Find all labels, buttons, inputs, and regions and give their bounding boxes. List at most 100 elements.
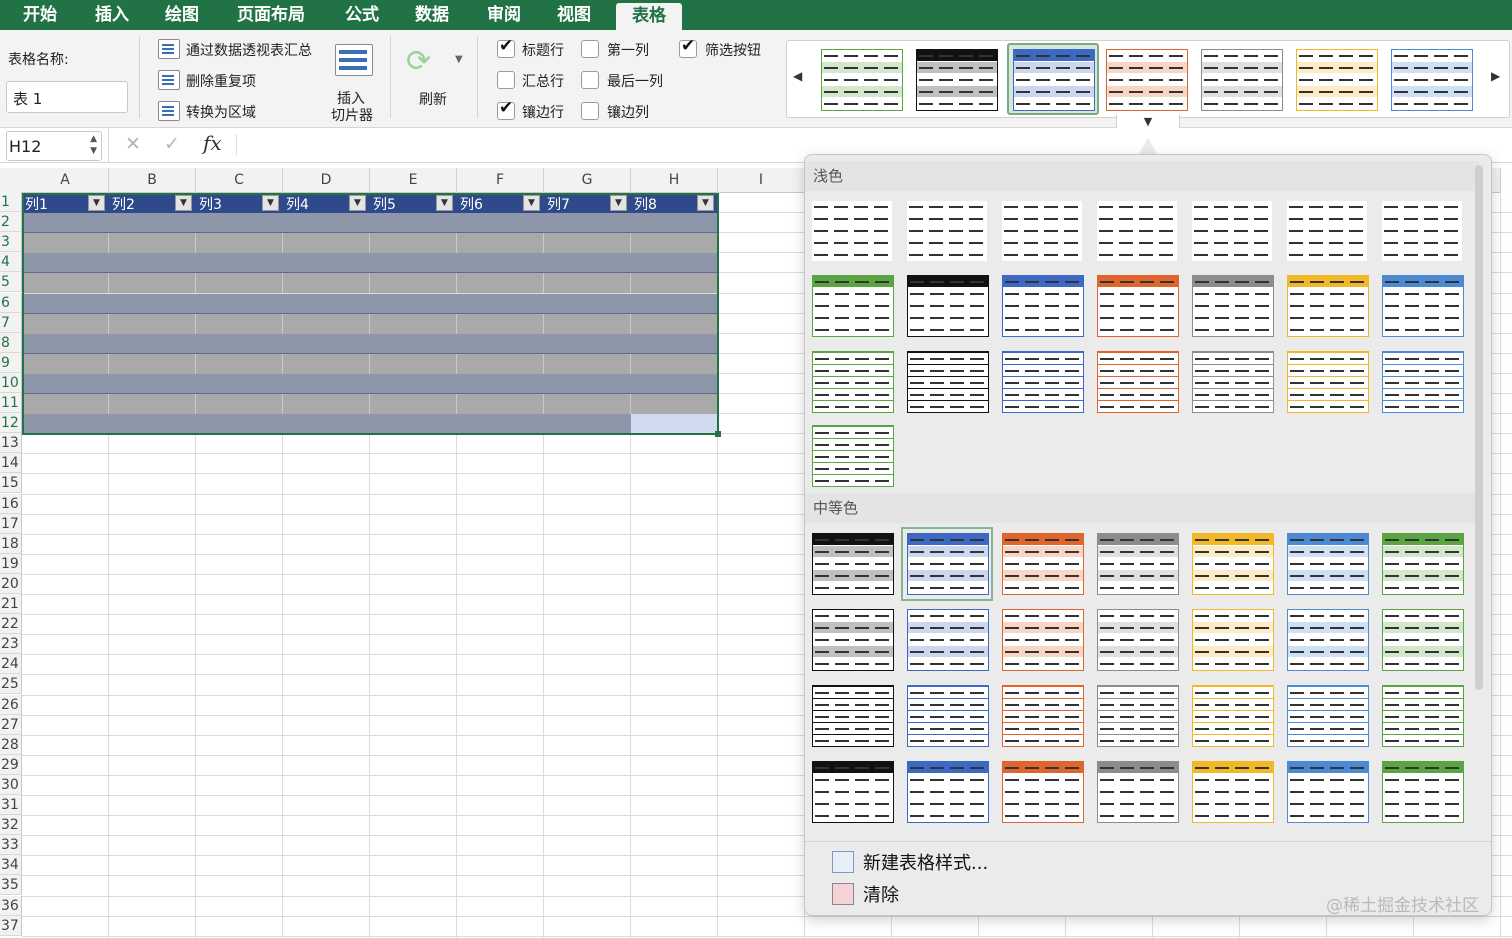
panel-style-option[interactable] [812,761,894,823]
panel-style-option[interactable] [907,685,989,747]
enter-icon[interactable]: ✓ [164,133,180,155]
row-header[interactable]: 27 [0,714,22,735]
row-header[interactable]: 6 [0,292,22,313]
row-header[interactable]: 34 [0,855,22,876]
column-header[interactable]: E [370,168,457,193]
row-header[interactable]: 11 [0,393,22,414]
panel-style-option[interactable] [907,275,989,337]
row-header[interactable]: 25 [0,674,22,695]
panel-style-option[interactable] [1192,609,1274,671]
panel-style-option[interactable] [1002,351,1084,413]
panel-style-option[interactable] [1002,533,1084,595]
row-header[interactable]: 21 [0,594,22,615]
panel-style-option[interactable] [1287,201,1367,263]
new-table-style-button[interactable]: 新建表格样式... [863,849,988,875]
tab-insert[interactable]: 插入 [80,0,144,30]
gallery-style-option[interactable] [1102,45,1190,113]
row-header[interactable]: 8 [0,332,22,353]
panel-style-option[interactable] [1287,761,1369,823]
column-header[interactable]: B [109,168,196,193]
panel-style-option[interactable] [1192,351,1274,413]
total-row-checkbox[interactable] [497,71,515,89]
panel-style-option[interactable] [1382,351,1464,413]
convert-to-range-button[interactable]: 转换为区域 [186,102,256,122]
last-column-checkbox[interactable] [581,71,599,89]
row-header[interactable]: 7 [0,312,22,333]
tab-review[interactable]: 审阅 [472,0,536,30]
panel-style-option[interactable] [1287,609,1369,671]
row-header[interactable]: 4 [0,252,22,273]
refresh-button[interactable]: 刷新 [419,89,447,109]
row-header[interactable]: 15 [0,473,22,494]
gallery-style-option[interactable] [817,45,905,113]
tab-home[interactable]: 开始 [8,0,72,30]
panel-style-option[interactable] [1002,275,1084,337]
row-header[interactable]: 26 [0,694,22,715]
row-header[interactable]: 23 [0,634,22,655]
row-header[interactable]: 20 [0,573,22,594]
row-header[interactable]: 16 [0,493,22,514]
tab-data[interactable]: 数据 [400,0,464,30]
panel-style-option[interactable] [812,201,892,263]
column-header[interactable]: A [22,168,109,193]
panel-style-option[interactable] [1192,201,1272,263]
refresh-dropdown-arrow-icon[interactable]: ▼ [455,54,463,65]
panel-style-option[interactable] [1002,761,1084,823]
row-header[interactable]: 1 [0,192,22,213]
tab-draw[interactable]: 绘图 [150,0,214,30]
row-header[interactable]: 12 [0,413,22,434]
row-header[interactable]: 22 [0,614,22,635]
fill-handle[interactable] [715,431,721,438]
panel-style-option[interactable] [1097,761,1179,823]
panel-style-option[interactable] [812,425,894,487]
column-header[interactable]: C [196,168,283,193]
panel-style-option[interactable] [1287,351,1369,413]
gallery-style-option[interactable] [912,45,1000,113]
table-name-input[interactable]: 表 1 [6,81,128,113]
row-header[interactable]: 3 [0,232,22,253]
row-header[interactable]: 36 [0,895,22,916]
row-header[interactable]: 28 [0,734,22,755]
tab-page-layout[interactable]: 页面布局 [226,0,316,30]
select-all-corner[interactable] [0,168,23,193]
column-header[interactable]: F [457,168,544,193]
panel-style-option[interactable] [1192,761,1274,823]
row-header[interactable]: 18 [0,533,22,554]
name-box[interactable]: H12 ▲ ▼ [6,131,102,161]
row-header[interactable]: 2 [0,212,22,233]
row-header[interactable]: 13 [0,433,22,454]
panel-style-option[interactable] [1192,275,1274,337]
panel-style-option[interactable] [1097,201,1177,263]
tab-table[interactable]: 表格 [616,3,682,30]
row-header[interactable]: 17 [0,513,22,534]
row-header[interactable]: 14 [0,453,22,474]
row-header[interactable]: 5 [0,272,22,293]
name-box-stepper-icon[interactable]: ▲ ▼ [90,133,97,157]
row-header[interactable]: 35 [0,875,22,896]
panel-style-option[interactable] [1097,609,1179,671]
clear-style-button[interactable]: 清除 [863,881,899,907]
tab-view[interactable]: 视图 [542,0,606,30]
insert-slicer-button[interactable] [335,44,375,78]
tab-formulas[interactable]: 公式 [330,0,394,30]
pivot-summary-button[interactable]: 通过数据透视表汇总 [186,40,312,60]
panel-scrollbar[interactable] [1475,165,1483,690]
panel-style-option[interactable] [812,685,894,747]
header-row-checkbox[interactable] [497,36,515,58]
column-header[interactable]: I [718,168,805,193]
row-header[interactable]: 29 [0,754,22,775]
panel-style-option[interactable] [1382,761,1464,823]
panel-style-option[interactable] [907,201,987,263]
panel-style-option[interactable] [1287,685,1369,747]
column-header[interactable]: G [544,168,631,193]
panel-style-option[interactable] [1097,533,1179,595]
row-header[interactable]: 30 [0,774,22,795]
column-header[interactable]: H [631,168,718,193]
panel-style-option[interactable] [812,351,894,413]
panel-style-option[interactable] [1192,533,1274,595]
panel-style-option[interactable] [1382,533,1464,595]
panel-style-option[interactable] [1097,685,1179,747]
gallery-style-option[interactable] [1007,43,1099,115]
panel-style-option[interactable] [907,351,989,413]
column-header[interactable]: D [283,168,370,193]
